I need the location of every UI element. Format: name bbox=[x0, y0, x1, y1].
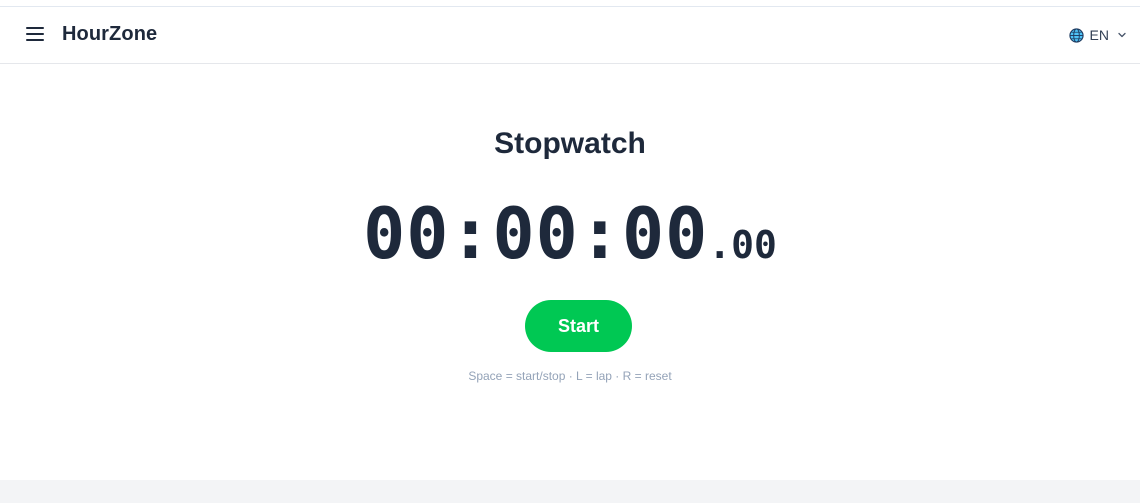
site-header: HourZone EN bbox=[0, 7, 1140, 64]
language-selector[interactable]: EN bbox=[1068, 26, 1127, 44]
keyboard-shortcuts-hint: Space = start/stop · L = lap · R = reset bbox=[468, 369, 672, 383]
hamburger-menu-icon bbox=[26, 27, 44, 29]
start-button[interactable]: Start bbox=[525, 300, 632, 352]
stopwatch-fraction: .00 bbox=[708, 223, 777, 267]
hamburger-menu-icon-line bbox=[26, 39, 44, 41]
top-strip bbox=[0, 0, 1140, 7]
globe-icon bbox=[1068, 27, 1084, 43]
page-title: Stopwatch bbox=[494, 127, 646, 160]
brand-logo-text[interactable]: HourZone bbox=[62, 23, 157, 46]
language-code: EN bbox=[1089, 27, 1109, 43]
stopwatch-time: 00:00:00 bbox=[363, 193, 709, 275]
hamburger-menu-icon-line bbox=[26, 33, 44, 35]
menu-button[interactable] bbox=[22, 21, 48, 47]
chevron-down-icon bbox=[1118, 32, 1126, 38]
main-content: Stopwatch 00:00:00.00 Start Space = star… bbox=[0, 65, 1140, 480]
footer-band bbox=[0, 480, 1140, 503]
stopwatch-display: 00:00:00.00 bbox=[0, 193, 1140, 275]
